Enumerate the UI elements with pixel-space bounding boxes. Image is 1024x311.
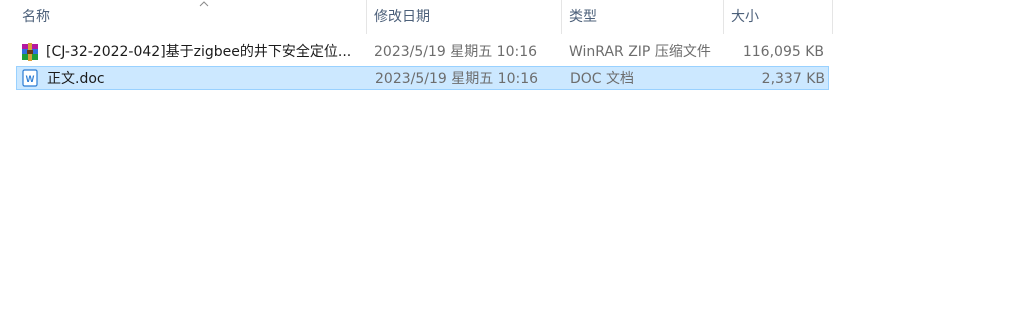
file-type: WinRAR ZIP 压缩文件 — [569, 44, 711, 60]
column-header-type[interactable]: 类型 — [563, 0, 724, 34]
file-row[interactable]: [CJ-32-2022-042]基于zigbee的井下安全定位... 2023/… — [16, 40, 829, 64]
column-header-name[interactable]: 名称 — [16, 0, 367, 34]
column-header-date-label: 修改日期 — [374, 9, 430, 25]
column-header-row: 名称 修改日期 类型 大小 — [0, 0, 834, 34]
column-header-name-label: 名称 — [22, 9, 50, 25]
column-header-size[interactable]: 大小 — [725, 0, 833, 34]
column-header-type-label: 类型 — [569, 9, 597, 25]
file-name: 正文.doc — [47, 71, 105, 87]
file-size: 2,337 KB — [761, 71, 825, 87]
file-modified: 2023/5/19 星期五 10:16 — [375, 71, 539, 87]
sort-ascending-icon — [199, 1, 209, 7]
column-header-size-label: 大小 — [731, 9, 759, 25]
svg-text:W: W — [26, 74, 35, 84]
file-modified: 2023/5/19 星期五 10:16 — [374, 44, 538, 60]
file-name: [CJ-32-2022-042]基于zigbee的井下安全定位... — [46, 44, 352, 60]
column-header-date[interactable]: 修改日期 — [368, 0, 562, 34]
winrar-archive-icon — [22, 43, 38, 61]
word-doc-icon: W — [22, 69, 38, 87]
file-row-selected[interactable]: W 正文.doc 2023/5/19 星期五 10:16 DOC 文档 2,33… — [16, 66, 829, 90]
file-explorer: 名称 修改日期 类型 大小 [CJ-32-2022-042]基于zigbee的井… — [0, 0, 1024, 311]
file-type: DOC 文档 — [570, 71, 635, 87]
file-size: 116,095 KB — [742, 44, 824, 60]
